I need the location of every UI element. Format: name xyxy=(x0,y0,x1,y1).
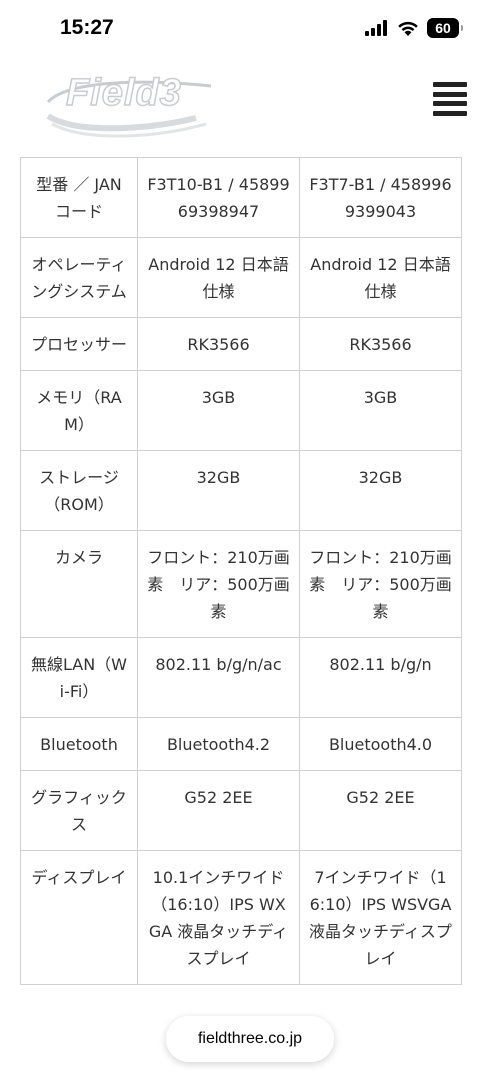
cell-f3t10: 802.11 b/g/n/ac xyxy=(137,637,300,718)
row-label: ストレージ（ROM） xyxy=(20,450,138,531)
cell-f3t7: フロント：210万画素 リア：500万画素 xyxy=(299,530,462,638)
row-label: Bluetooth xyxy=(20,717,138,771)
cell-f3t7: Bluetooth4.0 xyxy=(299,717,462,771)
table-row: メモリ（RAM） 3GB 3GB xyxy=(20,370,462,451)
table-row: ディスプレイ 10.1インチワイド（16:10）IPS WXGA 液晶タッチディ… xyxy=(20,850,462,985)
cell-f3t10: 3GB xyxy=(137,370,300,451)
cellular-signal-icon xyxy=(365,20,387,36)
table-row: Bluetooth Bluetooth4.2 Bluetooth4.0 xyxy=(20,717,462,771)
row-label: 無線LAN（Wi-Fi） xyxy=(20,637,138,718)
cell-f3t10: G52 2EE xyxy=(137,770,300,851)
cell-f3t10: Android 12 日本語仕様 xyxy=(137,237,300,318)
row-label: グラフィックス xyxy=(20,770,138,851)
table-row: グラフィックス G52 2EE G52 2EE xyxy=(20,770,462,851)
cell-f3t7: F3T7-B1 / 4589969399043 xyxy=(299,157,462,238)
table-row: プロセッサー RK3566 RK3566 xyxy=(20,317,462,371)
cell-f3t10: フロント：210万画素 リア：500万画素 xyxy=(137,530,300,638)
cell-f3t10: Bluetooth4.2 xyxy=(137,717,300,771)
row-label: オペレーティングシステム xyxy=(20,237,138,318)
status-icons: 60 xyxy=(365,18,463,38)
field3-logo[interactable]: Field3 xyxy=(46,71,216,148)
cell-f3t10: RK3566 xyxy=(137,317,300,371)
table-row: 無線LAN（Wi-Fi） 802.11 b/g/n/ac 802.11 b/g/… xyxy=(20,637,462,718)
wifi-icon xyxy=(398,21,418,36)
cell-f3t10: 10.1インチワイド（16:10）IPS WXGA 液晶タッチディスプレイ xyxy=(137,850,300,985)
hamburger-menu-icon[interactable] xyxy=(433,82,467,116)
status-bar: 15:27 60 xyxy=(0,0,499,60)
status-time: 15:27 xyxy=(60,16,114,39)
cell-f3t7: 802.11 b/g/n xyxy=(299,637,462,718)
site-header: Field3 xyxy=(0,60,499,150)
cell-f3t10: 32GB xyxy=(137,450,300,531)
cell-f3t7: Android 12 日本語仕様 xyxy=(299,237,462,318)
spec-table: 型番 ／ JANコード F3T10-B1 / 4589969398947 F3T… xyxy=(20,157,462,985)
row-label: プロセッサー xyxy=(20,317,138,371)
url-text: fieldthree.co.jp xyxy=(197,1030,303,1047)
row-label: 型番 ／ JANコード xyxy=(20,157,138,238)
cell-f3t7: 7インチワイド（16:10）IPS WSVGA 液晶タッチディスプレイ xyxy=(299,850,462,985)
cell-f3t10: F3T10-B1 / 4589969398947 xyxy=(137,157,300,238)
table-row: ストレージ（ROM） 32GB 32GB xyxy=(20,450,462,531)
row-label: メモリ（RAM） xyxy=(20,370,138,451)
cell-f3t7: 3GB xyxy=(299,370,462,451)
row-label: カメラ xyxy=(20,530,138,638)
battery-icon: 60 xyxy=(427,18,463,38)
logo-text: Field3 xyxy=(65,71,182,115)
browser-url-bar[interactable]: fieldthree.co.jp xyxy=(166,1016,334,1062)
row-label: ディスプレイ xyxy=(20,850,138,985)
cell-f3t7: 32GB xyxy=(299,450,462,531)
table-row: 型番 ／ JANコード F3T10-B1 / 4589969398947 F3T… xyxy=(20,157,462,238)
table-row: カメラ フロント：210万画素 リア：500万画素 フロント：210万画素 リア… xyxy=(20,530,462,638)
cell-f3t7: G52 2EE xyxy=(299,770,462,851)
table-row: オペレーティングシステム Android 12 日本語仕様 Android 12… xyxy=(20,237,462,318)
cell-f3t7: RK3566 xyxy=(299,317,462,371)
